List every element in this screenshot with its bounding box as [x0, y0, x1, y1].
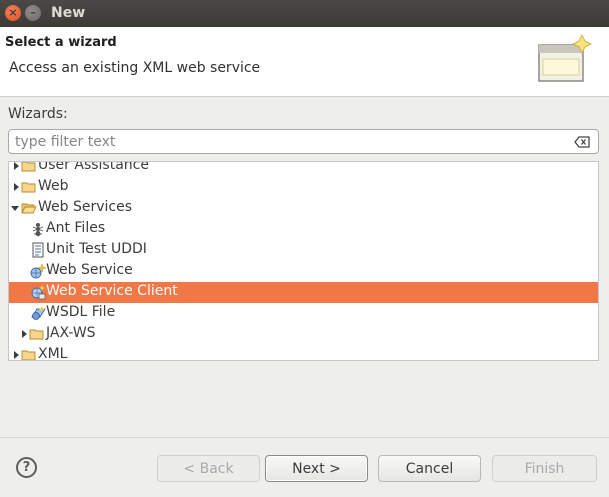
tree-item-web[interactable]: Web — [9, 177, 598, 198]
next-button[interactable]: Next > — [265, 455, 368, 482]
new-wizard-banner-icon — [538, 34, 592, 82]
wsdl-file-icon — [31, 306, 46, 320]
tree-item-ant-files[interactable]: Ant Files — [9, 219, 598, 240]
tree-item-label: Web — [38, 178, 69, 194]
help-button[interactable]: ? — [16, 457, 37, 478]
back-button[interactable]: < Back — [157, 455, 260, 482]
cancel-button[interactable]: Cancel — [378, 455, 481, 482]
tree-item-web-services[interactable]: Web Services — [9, 198, 598, 219]
filter-box[interactable] — [8, 129, 599, 154]
folder-icon — [21, 350, 36, 360]
web-service-icon — [30, 263, 46, 279]
minimize-window-button[interactable]: – — [25, 5, 41, 21]
tree-item-label: Unit Test UDDI — [46, 241, 147, 257]
tree-item-web-service[interactable]: Web Service — [9, 261, 598, 282]
page-description: Access an existing XML web service — [9, 60, 261, 76]
tree-item-user-assistance[interactable]: User Assistance — [9, 161, 598, 177]
tree-item-jax-ws[interactable]: JAX-WS — [9, 324, 598, 345]
footer-divider — [0, 437, 609, 438]
expand-arrow-icon[interactable] — [12, 351, 20, 359]
tree-item-label: XML — [38, 346, 68, 361]
expand-arrow-icon[interactable] — [20, 330, 28, 338]
tree-item-xml[interactable]: XML — [9, 345, 598, 361]
uddi-test-icon — [32, 242, 44, 258]
folder-icon — [29, 329, 44, 340]
tree-item-label: User Assistance — [38, 161, 149, 173]
window-title: New — [51, 5, 86, 21]
close-window-button[interactable]: × — [5, 5, 21, 21]
tree-item-label: Web Service — [46, 262, 133, 278]
page-title: Select a wizard — [5, 35, 117, 50]
tree-item-label: JAX-WS — [46, 325, 96, 341]
tree-item-label: Web Services — [38, 199, 133, 215]
tree-item-unit-test-uddi[interactable]: Unit Test UDDI — [9, 240, 598, 261]
folder-icon — [21, 182, 36, 193]
tree-item-label: Ant Files — [46, 220, 106, 236]
clear-filter-icon[interactable] — [574, 136, 590, 148]
tree-item-web-service-client[interactable]: Web Service Client — [9, 282, 598, 303]
wizard-tree[interactable]: User Assistance Web Web Services Ant Fil… — [8, 161, 599, 361]
expand-arrow-icon[interactable] — [12, 183, 20, 191]
collapse-arrow-icon[interactable] — [11, 204, 19, 212]
folder-open-icon — [21, 203, 37, 214]
web-service-client-icon — [31, 285, 46, 300]
folder-icon — [21, 162, 36, 172]
filter-input[interactable] — [15, 132, 565, 151]
finish-button[interactable]: Finish — [492, 455, 597, 482]
wizards-label: Wizards: — [8, 106, 68, 122]
window-titlebar: × – New — [0, 0, 609, 27]
tree-item-label: WSDL File — [46, 304, 116, 320]
tree-item-label: Web Service Client — [46, 283, 178, 299]
expand-arrow-icon[interactable] — [12, 162, 20, 170]
ant-icon — [32, 223, 44, 237]
wizard-header: Select a wizard Access an existing XML w… — [0, 27, 609, 97]
tree-item-wsdl-file[interactable]: WSDL File — [9, 303, 598, 324]
